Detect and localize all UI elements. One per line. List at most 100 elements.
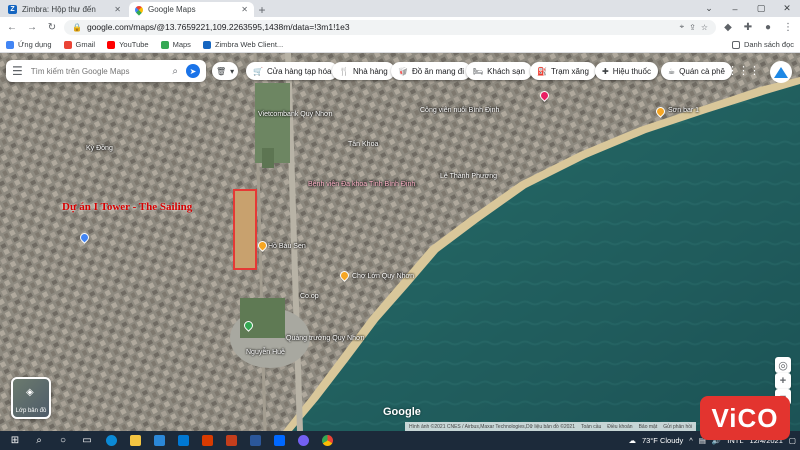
chip-more-categories[interactable]: 🗑 ▾	[212, 62, 239, 80]
star-icon[interactable]: ☆	[701, 23, 708, 32]
coffee-icon: ☕	[668, 66, 676, 76]
bookmark-label: Gmail	[75, 40, 96, 49]
takeout-icon: 🥡	[398, 66, 408, 76]
tray-chevron-icon[interactable]: ^	[689, 436, 693, 445]
search-icon[interactable]: ⌕	[28, 431, 50, 450]
close-icon[interactable]: ✕	[241, 5, 248, 14]
tab-google-maps[interactable]: Google Maps ✕	[129, 2, 254, 17]
my-location-button[interactable]: ◎	[775, 357, 791, 373]
bookmark-youtube[interactable]: YouTube	[107, 40, 149, 49]
office-icon[interactable]	[196, 431, 218, 450]
youtube-icon	[107, 40, 116, 49]
location-icon[interactable]: ⌖	[680, 22, 685, 32]
map-label[interactable]: Công viên nuôi Bình Định	[420, 107, 499, 114]
bookmark-apps[interactable]: Ứng dụng	[6, 40, 52, 49]
map-label[interactable]: Vietcombank Quy Nhơn	[258, 111, 333, 118]
vico-watermark: ViCO	[700, 396, 790, 440]
map-label[interactable]: Quảng trường Quy Nhơn	[286, 335, 364, 342]
reload-icon[interactable]: ↻	[44, 19, 60, 35]
satellite-map[interactable]: ☰ ⌕ ➤ 🗑 ▾ 🛒 Cửa hàng tạp hóa 🍴 Nhà hàng …	[0, 53, 800, 431]
bookmark-maps[interactable]: Maps	[160, 40, 191, 49]
minimize-icon[interactable]: –	[722, 0, 748, 17]
chip-gas[interactable]: ⛽ Trạm xăng	[530, 62, 596, 80]
powerpoint-icon[interactable]	[220, 431, 242, 450]
windows-taskbar: ⊞ ⌕ ○ ▭ ☁ 73°F Cloudy ^ ▤ 🔊 INTL 12/4/20…	[0, 431, 800, 450]
chip-coffee[interactable]: ☕ Quán cà phê	[661, 62, 732, 80]
close-icon[interactable]: ✕	[114, 5, 121, 14]
map-label[interactable]: Sơn bar 1	[668, 107, 699, 114]
map-label[interactable]: Nguyễn Huệ	[246, 349, 285, 356]
chevron-down-icon[interactable]: ⌄	[696, 0, 722, 17]
zalo-icon[interactable]	[268, 431, 290, 450]
word-icon[interactable]	[244, 431, 266, 450]
windows-start-icon[interactable]: ⊞	[4, 431, 26, 450]
attribution-terms[interactable]: Điều khoản	[607, 424, 632, 430]
profile-icon[interactable]: ●	[760, 19, 776, 35]
lock-icon[interactable]: 🔒	[72, 23, 82, 32]
share-icon[interactable]: ⇪	[689, 23, 696, 32]
attribution-global[interactable]: Toàn cầu	[581, 424, 601, 430]
address-bar[interactable]: 🔒 google.com/maps/@13.7659221,109.226359…	[64, 19, 716, 35]
map-label[interactable]: Co.op	[300, 293, 319, 300]
bookmark-gmail[interactable]: Gmail	[63, 40, 96, 49]
layers-icon: ◈	[26, 387, 34, 398]
back-icon[interactable]: ←	[4, 19, 20, 35]
maps-search-input[interactable]	[30, 66, 165, 76]
map-label[interactable]: Hồ Bàu Sen	[268, 243, 306, 250]
attribution-feedback[interactable]: Gửi phản hồi	[663, 424, 692, 430]
map-label[interactable]: Tân Khoa	[348, 141, 378, 148]
directions-icon[interactable]: ➤	[186, 64, 200, 78]
forward-icon[interactable]: →	[24, 19, 40, 35]
app-launcher-icon[interactable]: ⋮⋮⋮	[727, 64, 760, 77]
chip-restaurant[interactable]: 🍴 Nhà hàng	[332, 62, 395, 80]
file-explorer-icon[interactable]	[124, 431, 146, 450]
window-controls: ⌄ – ▢ ✕	[696, 0, 800, 17]
reading-list[interactable]: Danh sách đọc	[731, 40, 794, 49]
new-tab-button[interactable]: +	[254, 2, 270, 17]
notification-icon[interactable]: ▢	[789, 436, 796, 445]
map-label[interactable]: Bệnh viện Đa khoa Tỉnh Bình Định	[308, 181, 415, 188]
zimbra-icon: Z	[8, 5, 17, 14]
maps-icon	[160, 40, 169, 49]
mail-icon[interactable]	[172, 431, 194, 450]
chip-hotel[interactable]: 🛏 Khách sạn	[466, 62, 532, 80]
tab-zimbra[interactable]: Z Zimbra: Hộp thư đến ✕	[2, 2, 127, 17]
reading-list-label: Danh sách đọc	[743, 40, 794, 49]
map-label[interactable]: Lê Thành Phương	[440, 173, 497, 180]
chip-pharmacy[interactable]: ✚ Hiệu thuốc	[595, 62, 658, 80]
bookmark-label: YouTube	[119, 40, 149, 49]
chip-grocery[interactable]: 🛒 Cửa hàng tạp hóa	[246, 62, 339, 80]
map-layers-button[interactable]: ◈ Lớp bản đồ	[11, 377, 51, 419]
maximize-icon[interactable]: ▢	[748, 0, 774, 17]
store-icon[interactable]	[148, 431, 170, 450]
attribution-privacy[interactable]: Bảo mật	[639, 424, 658, 430]
map-label[interactable]: Kỳ Đồng	[86, 145, 113, 152]
plus-icon: +	[779, 375, 787, 387]
chip-takeout[interactable]: 🥡 Đồ ăn mang đi	[391, 62, 471, 80]
viber-icon[interactable]	[292, 431, 314, 450]
map-attribution: Hình ảnh ©2021 CNES / Airbus,Maxar Techn…	[405, 422, 697, 431]
avatar-icon	[774, 66, 788, 78]
search-icon[interactable]: ⌕	[172, 66, 178, 77]
reading-list-icon	[731, 40, 740, 49]
menu-dots-icon[interactable]: ⋮	[780, 19, 796, 35]
bookmark-label: Ứng dụng	[18, 40, 52, 49]
edge-icon[interactable]	[100, 431, 122, 450]
chevron-down-icon: ▾	[230, 66, 235, 76]
extension-icon[interactable]: ◆	[720, 19, 736, 35]
account-avatar[interactable]	[770, 61, 792, 83]
tab-title: Zimbra: Hộp thư đến	[22, 5, 96, 14]
bed-icon: 🛏	[473, 66, 484, 76]
close-window-icon[interactable]: ✕	[774, 0, 800, 17]
zoom-in-button[interactable]: +	[775, 373, 791, 389]
weather-text[interactable]: 73°F Cloudy	[642, 436, 683, 445]
puzzle-icon[interactable]: ✚	[740, 19, 756, 35]
zimbra-icon	[202, 40, 211, 49]
hamburger-menu-icon[interactable]: ☰	[12, 64, 23, 78]
map-label[interactable]: Chợ Lớn Quy Nhơn	[352, 273, 414, 280]
task-view-icon[interactable]: ▭	[76, 431, 98, 450]
chrome-icon[interactable]	[316, 431, 338, 450]
cortana-icon[interactable]: ○	[52, 431, 74, 450]
bookmark-zimbra[interactable]: Zimbra Web Client...	[202, 40, 283, 49]
address-url[interactable]: google.com/maps/@13.7659221,109.2263595,…	[87, 22, 675, 32]
